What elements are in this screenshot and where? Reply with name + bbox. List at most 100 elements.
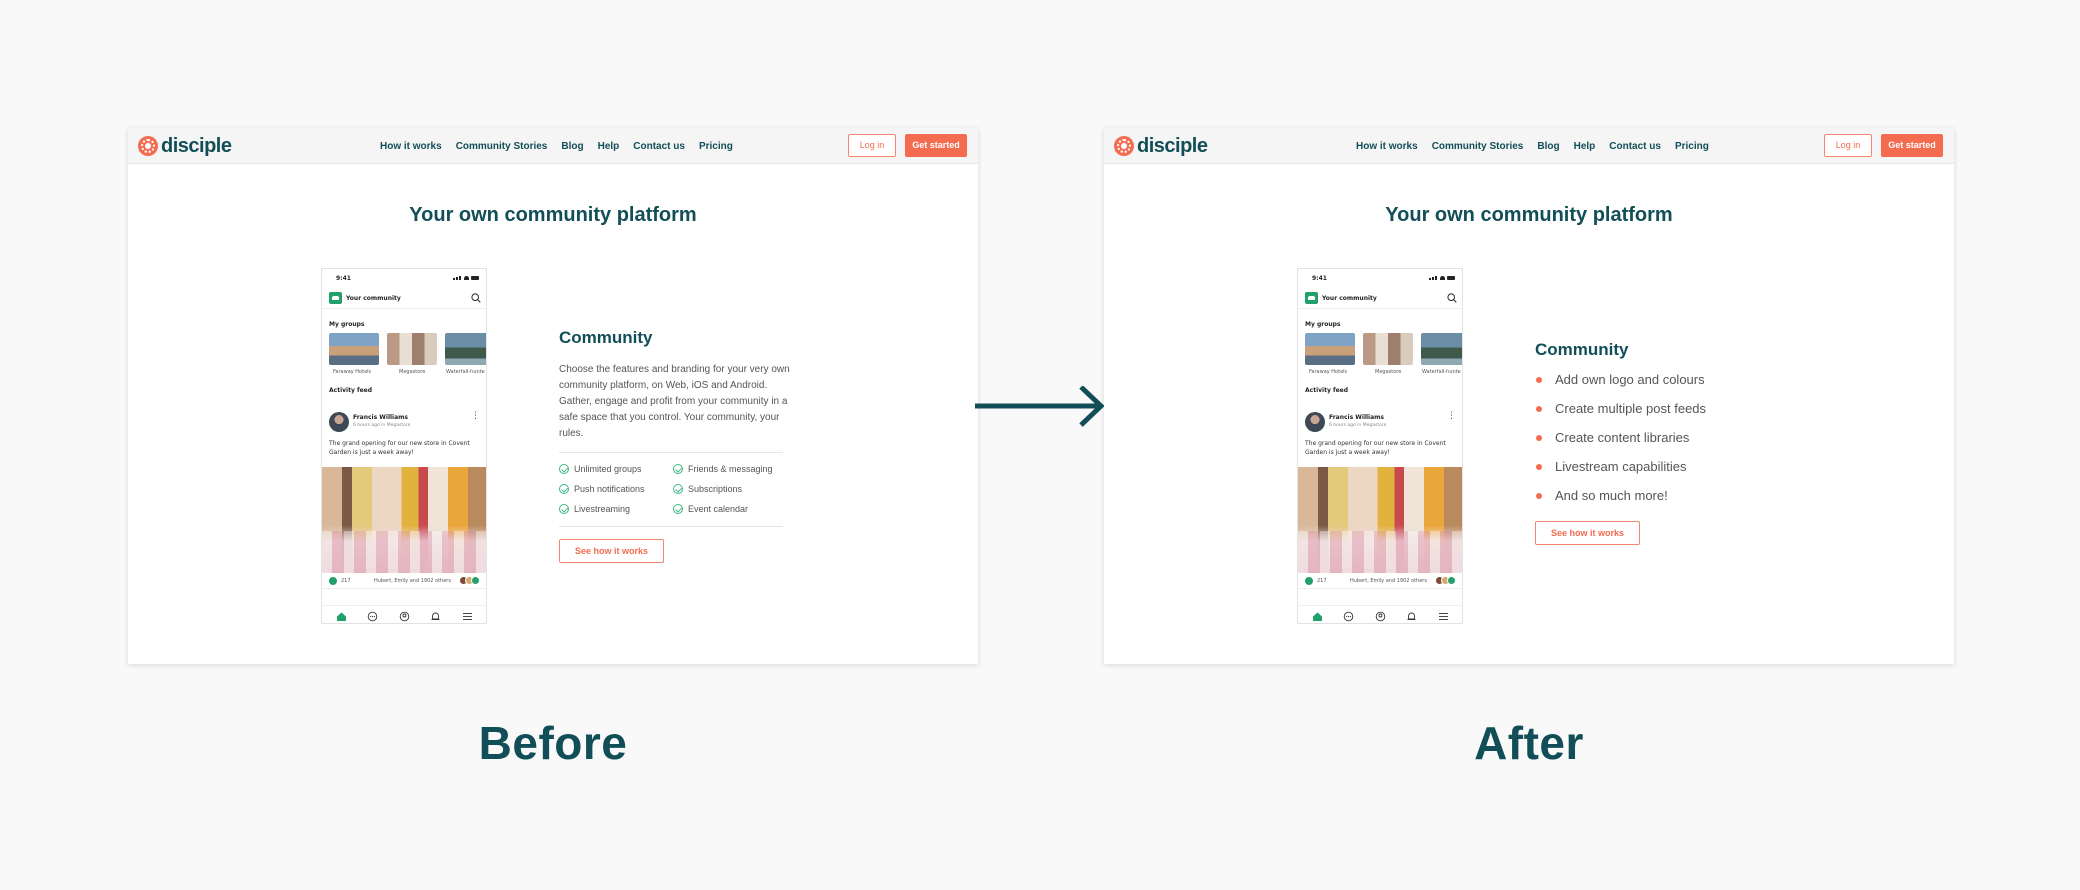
avatar[interactable] [1305, 412, 1325, 432]
group-name: Waterfall-hunte [446, 369, 485, 375]
post-author: Francis Williams [353, 414, 408, 421]
feature-item: Subscriptions [673, 483, 742, 495]
profile-icon[interactable] [1375, 611, 1386, 622]
disciple-logo-icon [138, 136, 158, 156]
profile-icon[interactable] [399, 611, 410, 622]
nav-pricing[interactable]: Pricing [1675, 141, 1709, 152]
groups-row: Faraway Hotels Megastore Waterfall-hunte [329, 333, 486, 375]
nav-community-stories[interactable]: Community Stories [1432, 141, 1524, 152]
avatar [1447, 576, 1456, 585]
menu-icon[interactable] [1438, 611, 1449, 622]
nav-blog[interactable]: Blog [561, 141, 583, 152]
nav-how-it-works[interactable]: How it works [380, 141, 442, 152]
reactors-text: Hubert, Emily and 1902 others [1350, 578, 1427, 584]
check-icon [673, 463, 683, 474]
group-thumb[interactable] [329, 333, 379, 365]
phone-mockup: 9:41 Your community My groups Faraway Ho… [1297, 268, 1463, 624]
group-thumb[interactable] [1421, 333, 1462, 365]
nav-help[interactable]: Help [598, 141, 620, 152]
group-name: Megastore [1375, 369, 1402, 375]
feature-bullet-list: Add own logo and colours Create multiple… [1535, 372, 1706, 517]
activity-feed-label: Activity feed [329, 387, 373, 394]
post-text: The grand opening for our new store in C… [329, 440, 470, 456]
nav-pricing[interactable]: Pricing [699, 141, 733, 152]
site-logo[interactable]: disciple [138, 134, 232, 157]
phone-tab-bar [322, 605, 486, 623]
search-icon[interactable] [1447, 293, 1457, 303]
nav-contact-us[interactable]: Contact us [633, 141, 685, 152]
reaction-count: 217 [341, 578, 351, 584]
divider [559, 526, 783, 527]
post-author: Francis Williams [1329, 414, 1384, 421]
phone-time: 9:41 [1312, 275, 1327, 282]
login-button[interactable]: Log in [1824, 134, 1872, 157]
before-screenshot: disciple How it works Community Stories … [128, 128, 978, 664]
heart-icon[interactable] [1305, 577, 1313, 585]
heart-icon[interactable] [329, 577, 337, 585]
app-header: Your community [1298, 287, 1462, 309]
nav-blog[interactable]: Blog [1537, 141, 1559, 152]
avatar[interactable] [329, 412, 349, 432]
login-button[interactable]: Log in [848, 134, 896, 157]
nav-help[interactable]: Help [1574, 141, 1596, 152]
more-options-icon[interactable]: ⋮ [1447, 412, 1456, 421]
group-thumb[interactable] [1305, 333, 1355, 365]
post-text: The grand opening for our new store in C… [1305, 440, 1446, 456]
feature-label: Push notifications [574, 484, 645, 494]
menu-icon[interactable] [462, 611, 473, 622]
activity-feed-label: Activity feed [1305, 387, 1349, 394]
my-groups-label: My groups [1305, 321, 1341, 328]
nav-community-stories[interactable]: Community Stories [456, 141, 548, 152]
brand-name: disciple [1137, 134, 1208, 157]
group-name: Faraway Hotels [333, 369, 372, 375]
nav-contact-us[interactable]: Contact us [1609, 141, 1661, 152]
search-icon[interactable] [471, 293, 481, 303]
bell-icon[interactable] [1406, 611, 1417, 622]
feature-item: Livestreaming [559, 503, 630, 515]
phone-status-icons [453, 276, 479, 280]
phone-mockup: 9:41 Your community My groups Faraway Ho… [321, 268, 487, 624]
group-thumb[interactable] [387, 333, 437, 365]
get-started-button[interactable]: Get started [905, 134, 967, 157]
post-image[interactable] [1298, 467, 1462, 573]
home-icon[interactable] [336, 611, 347, 622]
bullet-item: Create content libraries [1535, 430, 1706, 459]
check-icon [673, 503, 683, 514]
reactors-text: Hubert, Emily and 1902 others [374, 578, 451, 584]
chat-icon[interactable] [367, 611, 378, 622]
see-how-it-works-button[interactable]: See how it works [559, 539, 665, 563]
arrow-right-icon [975, 386, 1105, 427]
feature-label: Unlimited groups [574, 464, 642, 474]
phone-status-icons [1429, 276, 1455, 280]
bell-icon[interactable] [430, 611, 441, 622]
see-how-it-works-button[interactable]: See how it works [1535, 521, 1641, 545]
main-menu: How it works Community Stories Blog Help… [380, 141, 733, 152]
section-title: Community [559, 328, 653, 347]
section-title: Community [1535, 340, 1629, 359]
chat-icon[interactable] [1343, 611, 1354, 622]
reaction-bar: 217 Hubert, Emily and 1902 others [322, 573, 486, 589]
feature-label: Subscriptions [688, 484, 743, 494]
home-icon[interactable] [1312, 611, 1323, 622]
group-name: Faraway Hotels [1309, 369, 1348, 375]
post-meta: 6 hours ago in Megastore [1329, 423, 1387, 428]
reaction-bar: 217 Hubert, Emily and 1902 others [1298, 573, 1462, 589]
nav-how-it-works[interactable]: How it works [1356, 141, 1418, 152]
feature-label: Livestreaming [574, 504, 631, 514]
post-image[interactable] [322, 467, 486, 573]
community-logo-icon [329, 292, 342, 304]
after-screenshot: disciple How it works Community Stories … [1104, 128, 1954, 664]
divider [559, 452, 783, 453]
site-header: disciple How it works Community Stories … [1104, 128, 1954, 164]
section-description: Choose the features and branding for you… [559, 364, 790, 439]
site-logo[interactable]: disciple [1114, 134, 1208, 157]
site-header: disciple How it works Community Stories … [128, 128, 978, 164]
group-thumb[interactable] [1363, 333, 1413, 365]
app-title: Your community [1322, 295, 1377, 302]
community-logo-icon [1305, 292, 1318, 304]
brand-name: disciple [161, 134, 232, 157]
get-started-button[interactable]: Get started [1881, 134, 1943, 157]
more-options-icon[interactable]: ⋮ [471, 412, 480, 421]
group-thumb[interactable] [445, 333, 486, 365]
app-title: Your community [346, 295, 401, 302]
